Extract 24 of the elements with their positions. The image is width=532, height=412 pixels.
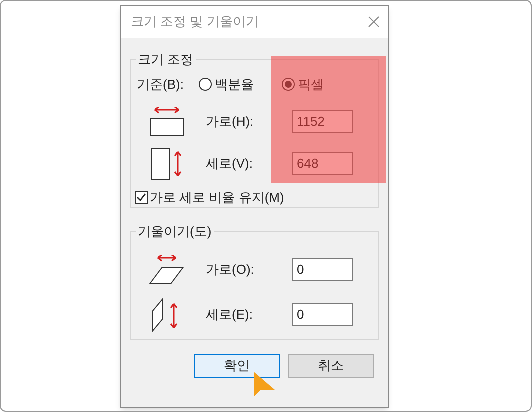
number-field[interactable]: 648 [292,152,353,175]
field-label: 세로(E): [205,306,254,324]
window-title: 크기 조정 및 기울이기 [131,13,259,32]
checkbox[interactable] [135,190,148,204]
dialog-button[interactable]: 확인 [194,354,280,378]
dialog-button[interactable]: 취소 [288,354,374,378]
cursor-icon [253,371,277,399]
field-label: 가로(H): [205,112,255,131]
basis-label: 기준(B): [137,76,185,94]
group-title: 기울이기(도) [137,223,213,241]
radio-button[interactable] [282,78,295,91]
keep-ratio-checkbox[interactable]: 가로 세로 비율 유지(M) [132,188,377,207]
radio-option[interactable]: 백분율 [199,74,282,94]
number-field[interactable]: 1152 [292,110,353,133]
field-label: 가로(O): [205,260,256,279]
height-resize-icon [150,146,184,180]
group-title: 크기 조정 [137,51,195,69]
width-resize-icon [149,106,185,136]
horizontal-skew-icon [149,254,185,284]
radio-button[interactable] [199,78,212,91]
field-label: 세로(V): [205,154,254,173]
close-icon[interactable] [368,16,380,28]
number-field[interactable]: 0 [292,303,353,326]
number-field[interactable]: 0 [292,258,353,281]
